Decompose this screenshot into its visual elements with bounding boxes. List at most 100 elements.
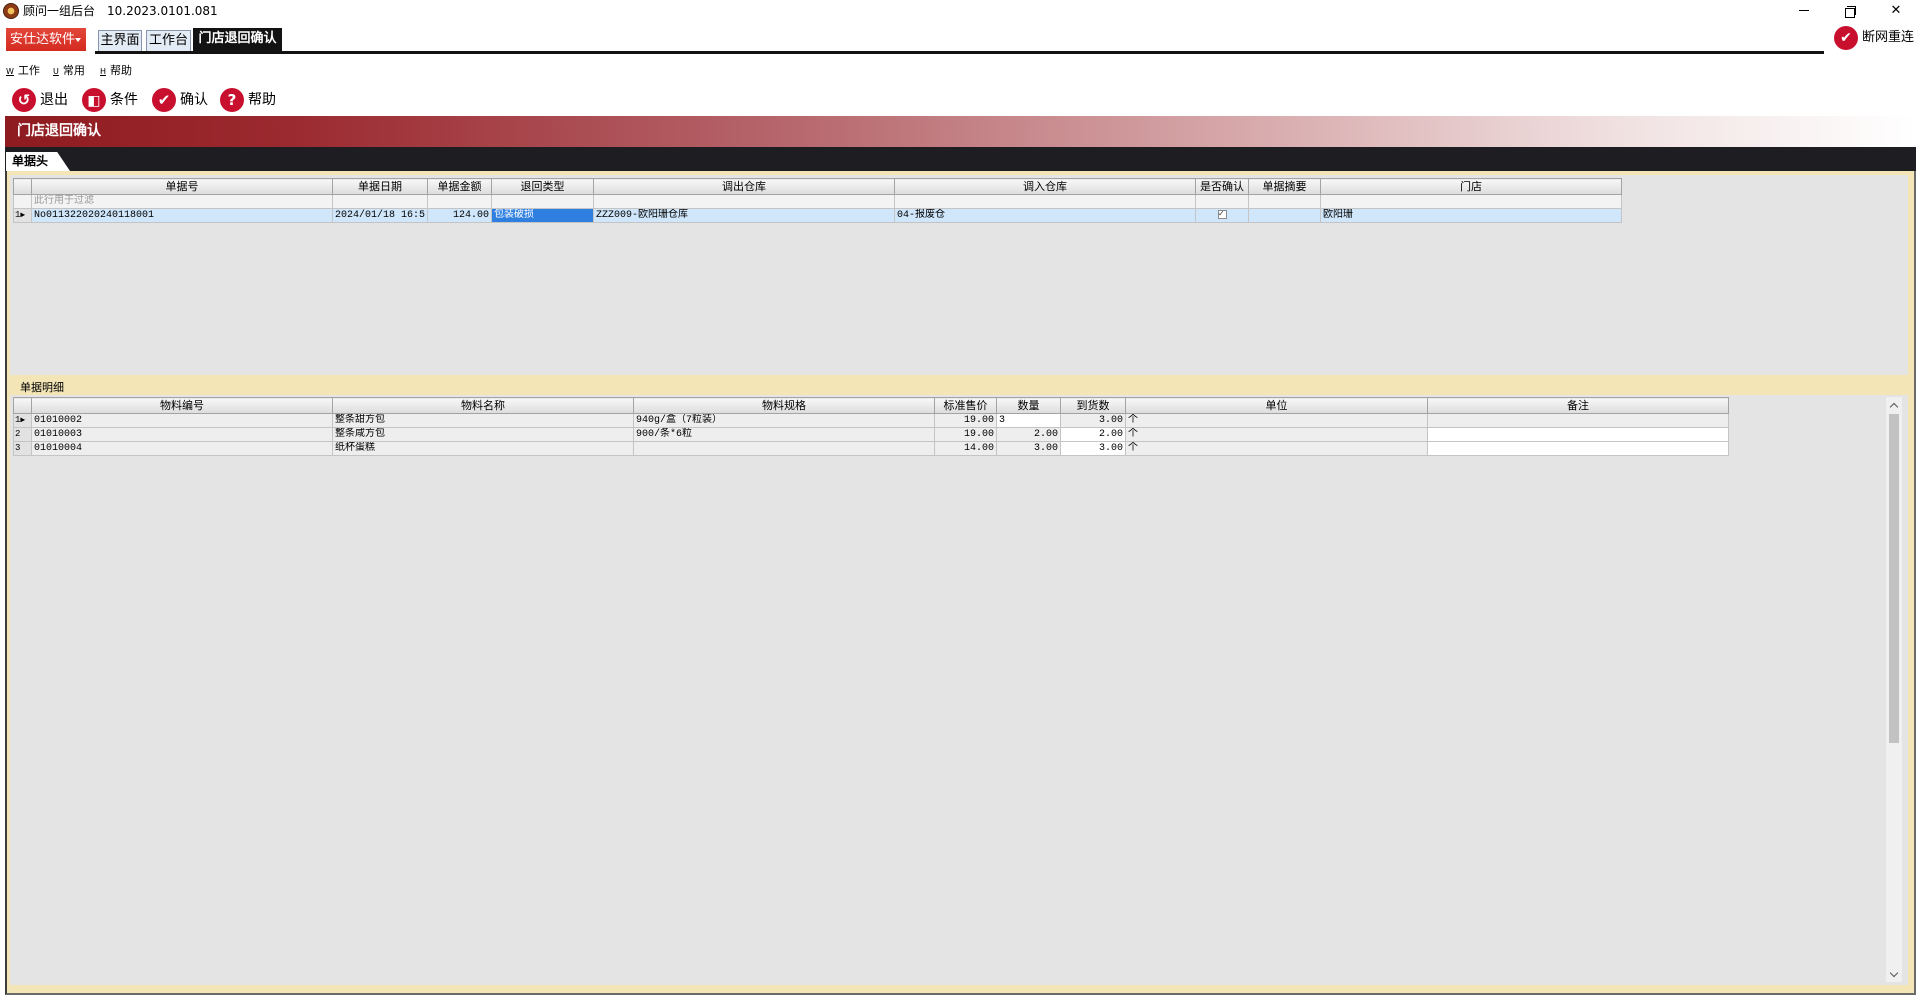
column-header-unit[interactable]: 单位 [1125, 397, 1428, 414]
cell-store[interactable]: 欧阳珊 [1320, 208, 1622, 223]
cell-material-name[interactable]: 整条甜方包 [332, 413, 634, 428]
column-header-confirmed[interactable]: 是否确认 [1195, 178, 1249, 195]
column-header-in-warehouse[interactable]: 调入仓库 [894, 178, 1196, 195]
cell-out-warehouse[interactable]: ZZZ009-欧阳珊仓库 [593, 208, 895, 223]
cell-confirmed[interactable] [1195, 208, 1249, 223]
confirm-label: 确认 [180, 92, 208, 108]
cell-remark[interactable] [1427, 427, 1729, 442]
restore-button[interactable] [1827, 0, 1873, 22]
table-row[interactable]: 3 01010004 纸杯蛋糕 14.00 3.00 3.00 个 [13, 441, 1729, 456]
menu-work[interactable]: W 工作 [6, 64, 40, 79]
cell-material-name[interactable]: 整条咸方包 [332, 427, 634, 442]
menu-label: 帮助 [110, 64, 133, 77]
column-header-out-warehouse[interactable]: 调出仓库 [593, 178, 895, 195]
cell-summary[interactable] [1248, 208, 1321, 223]
help-label: 帮助 [248, 92, 276, 108]
column-header-received[interactable]: 到货数 [1060, 397, 1126, 414]
cell-received[interactable]: 3.00 [1060, 441, 1126, 456]
confirm-button[interactable]: 确认 [152, 87, 214, 113]
menu-common[interactable]: U 常用 [53, 64, 85, 79]
row-number: 3 [15, 443, 21, 453]
filter-cell-date[interactable] [332, 194, 428, 209]
row-indicator[interactable]: 1 [13, 413, 32, 428]
column-header-amount[interactable]: 单据金额 [427, 178, 492, 195]
row-indicator[interactable]: 1 [13, 208, 32, 223]
cell-material-code[interactable]: 01010004 [31, 441, 333, 456]
cell-quantity[interactable]: 3.00 [996, 441, 1061, 456]
cell-material-code[interactable]: 01010003 [31, 427, 333, 442]
cell-quantity[interactable]: 3 [996, 413, 1061, 428]
filter-cell-in-warehouse[interactable] [894, 194, 1196, 209]
confirmed-checkbox[interactable] [1217, 210, 1227, 220]
column-header-remark[interactable]: 备注 [1427, 397, 1729, 414]
exit-button[interactable]: 退出 [12, 87, 74, 113]
filter-cell-doc-no[interactable]: 此行用于过滤 [31, 194, 333, 209]
scroll-up-arrow-icon[interactable] [1886, 397, 1902, 413]
cell-remark[interactable] [1427, 441, 1729, 456]
filter-cell-store[interactable] [1320, 194, 1622, 209]
filter-button[interactable]: 条件 [82, 87, 144, 113]
cell-unit[interactable]: 个 [1125, 413, 1428, 428]
column-header-store[interactable]: 门店 [1320, 178, 1622, 195]
close-button[interactable] [1873, 0, 1919, 22]
cell-material-spec[interactable] [633, 441, 935, 456]
column-header-date[interactable]: 单据日期 [332, 178, 428, 195]
cell-doc-no[interactable]: No011322020240118001 [31, 208, 333, 223]
scroll-down-arrow-icon[interactable] [1886, 966, 1902, 982]
column-header-doc-no[interactable]: 单据号 [31, 178, 333, 195]
cell-received[interactable]: 3.00 [1060, 413, 1126, 428]
minimize-button[interactable] [1781, 0, 1827, 22]
table-row[interactable]: 2 01010003 整条咸方包 900/条*6粒 19.00 2.00 2.0… [13, 427, 1729, 442]
column-header-material-spec[interactable]: 物料规格 [633, 397, 935, 414]
column-header-standard-price[interactable]: 标准售价 [934, 397, 997, 414]
column-header-return-type[interactable]: 退回类型 [491, 178, 594, 195]
minimize-icon [1799, 10, 1809, 11]
chevron-down-icon [75, 38, 81, 42]
filter-cell-amount[interactable] [427, 194, 492, 209]
cell-material-spec[interactable]: 940g/盒（7粒装） [633, 413, 935, 428]
menu-help[interactable]: H 帮助 [100, 64, 132, 79]
check-circle-icon[interactable] [1834, 26, 1858, 50]
filter-cell-out-warehouse[interactable] [593, 194, 895, 209]
column-header-summary[interactable]: 单据摘要 [1248, 178, 1321, 195]
cell-unit[interactable]: 个 [1125, 441, 1428, 456]
restore-icon [1845, 6, 1856, 18]
tab-main-screen[interactable]: 主界面 [98, 30, 142, 51]
row-indicator[interactable]: 3 [13, 441, 32, 456]
column-header-material-code[interactable]: 物料编号 [31, 397, 333, 414]
help-button[interactable]: 帮助 [220, 87, 282, 113]
page-title: 门店退回确认 [17, 123, 101, 139]
reconnect-button[interactable]: 断网重连 [1862, 30, 1914, 46]
filter-row[interactable]: 此行用于过滤 [13, 194, 1622, 209]
cell-standard-price[interactable]: 19.00 [934, 413, 997, 428]
cell-unit[interactable]: 个 [1125, 427, 1428, 442]
filter-cell-confirmed[interactable] [1195, 194, 1249, 209]
cell-in-warehouse[interactable]: 04-报废仓 [894, 208, 1196, 223]
table-row[interactable]: 1 01010002 整条甜方包 940g/盒（7粒装） 19.00 3 3.0… [13, 413, 1729, 428]
cell-quantity[interactable]: 2.00 [996, 427, 1061, 442]
cell-received[interactable]: 2.00 [1060, 427, 1126, 442]
cell-return-type[interactable]: 包装破损 [491, 208, 594, 223]
scrollbar-thumb[interactable] [1889, 414, 1899, 743]
column-header-quantity[interactable]: 数量 [996, 397, 1061, 414]
tab-store-return-confirm[interactable]: 门店退回确认 [193, 28, 282, 51]
cell-standard-price[interactable]: 14.00 [934, 441, 997, 456]
menu-hotkey: U [53, 67, 59, 76]
row-indicator[interactable]: 2 [13, 427, 32, 442]
tab-workbench[interactable]: 工作台 [146, 30, 191, 51]
column-header-material-name[interactable]: 物料名称 [332, 397, 634, 414]
cell-material-code[interactable]: 01010002 [31, 413, 333, 428]
cell-date[interactable]: 2024/01/18 16:5 [332, 208, 428, 223]
filter-cell-summary[interactable] [1248, 194, 1321, 209]
cell-standard-price[interactable]: 19.00 [934, 427, 997, 442]
detail-vertical-scrollbar[interactable] [1886, 397, 1902, 982]
table-row[interactable]: 1 No011322020240118001 2024/01/18 16:5 1… [13, 208, 1622, 223]
filter-cell-return-type[interactable] [491, 194, 594, 209]
cell-material-spec[interactable]: 900/条*6粒 [633, 427, 935, 442]
row-indicator-header [13, 178, 32, 195]
brand-menu-button[interactable]: 安仕达软件 [6, 28, 86, 51]
cell-material-name[interactable]: 纸杯蛋糕 [332, 441, 634, 456]
cell-amount[interactable]: 124.00 [427, 208, 492, 223]
cell-remark[interactable] [1427, 413, 1729, 428]
document-header-grid: 单据号 单据日期 单据金额 退回类型 调出仓库 调入仓库 是否确认 单据摘要 门… [13, 178, 1622, 223]
